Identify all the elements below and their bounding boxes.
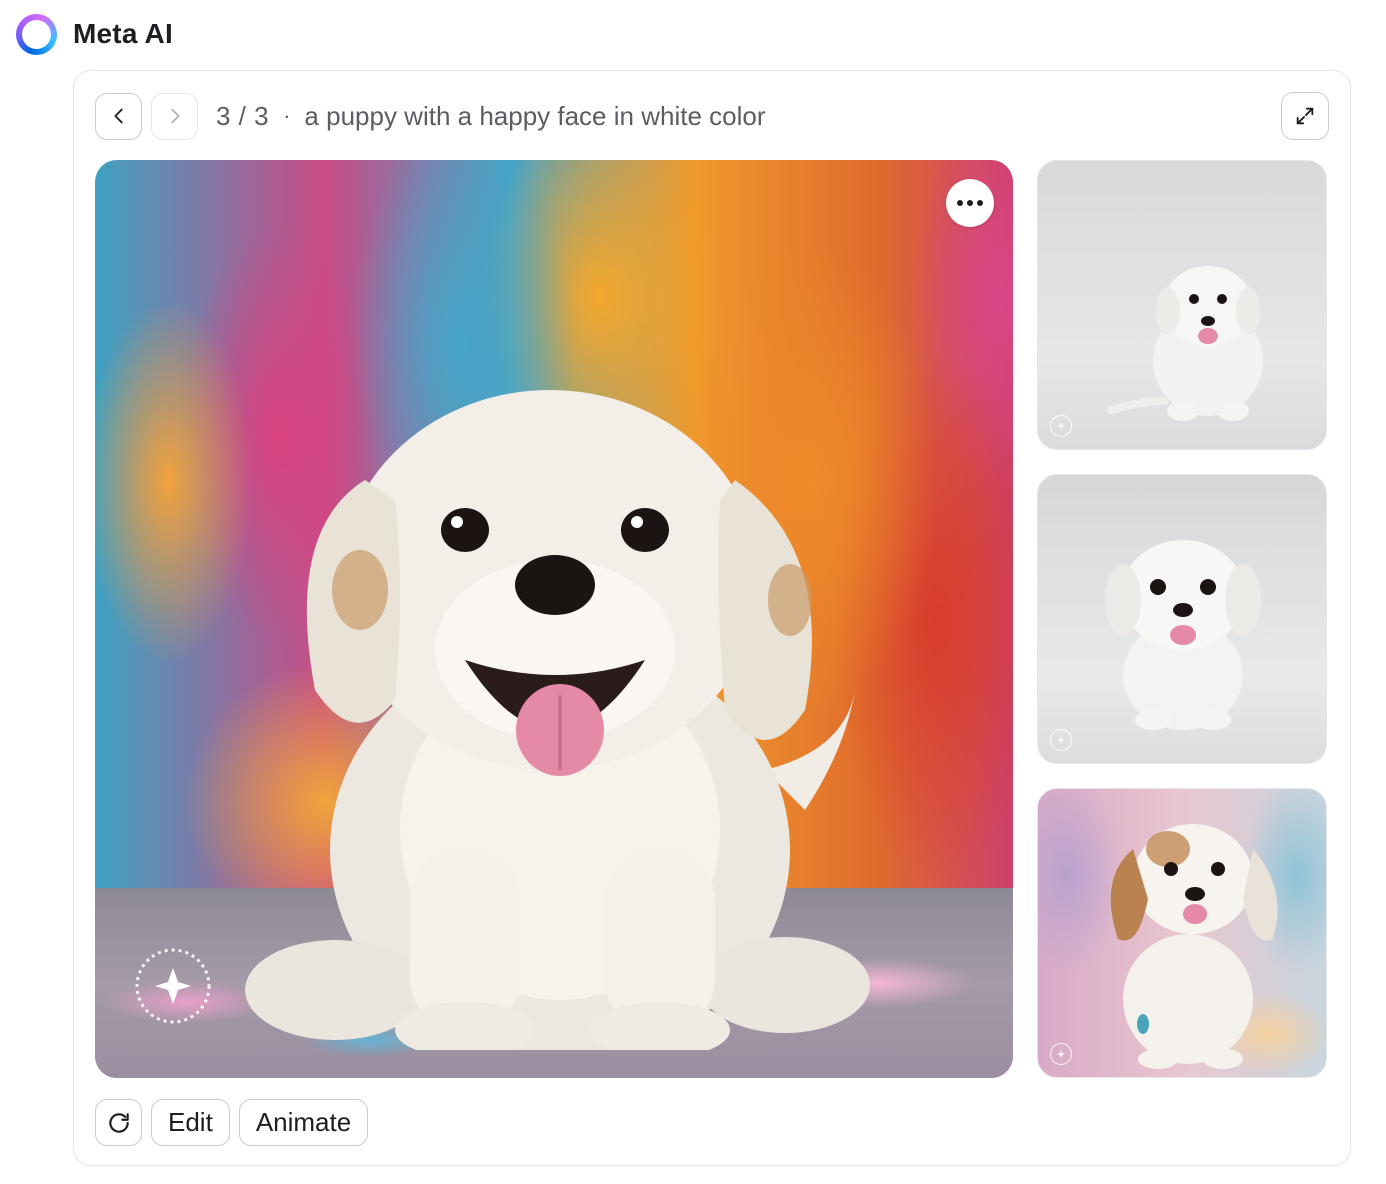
chevron-left-icon bbox=[113, 108, 123, 124]
prompt-text: a puppy with a happy face in white color bbox=[304, 100, 766, 131]
puppy-illustration bbox=[245, 390, 870, 1050]
thumbnail-2[interactable] bbox=[1037, 474, 1327, 764]
previous-button[interactable] bbox=[95, 92, 142, 140]
app-header: Meta AI bbox=[16, 12, 173, 56]
app-title: Meta AI bbox=[73, 18, 173, 49]
more-horizontal-icon bbox=[957, 200, 963, 206]
thumbnail-3[interactable] bbox=[1037, 788, 1327, 1078]
main-image[interactable] bbox=[95, 160, 1013, 1078]
separator-dot: · bbox=[283, 103, 291, 128]
refresh-icon bbox=[108, 1112, 129, 1133]
action-bar: Edit Animate bbox=[95, 1099, 369, 1146]
expand-button[interactable] bbox=[1281, 92, 1329, 140]
edit-button[interactable]: Edit bbox=[151, 1099, 230, 1146]
thumbnail-1[interactable] bbox=[1037, 160, 1327, 450]
ai-mark-icon bbox=[1050, 415, 1072, 437]
animate-button[interactable]: Animate bbox=[238, 1099, 369, 1146]
expand-icon bbox=[1296, 107, 1314, 125]
ai-mark-icon bbox=[1050, 1043, 1072, 1065]
thumbnail-puppy-2 bbox=[1105, 540, 1261, 730]
thumbnail-puppy-1 bbox=[1106, 266, 1263, 421]
image-viewer-card: 3 / 3 · a puppy with a happy face in whi… bbox=[73, 70, 1351, 1166]
thumbnail-puppy-3 bbox=[1110, 824, 1278, 1069]
ai-mark-icon bbox=[1050, 729, 1072, 751]
meta-ai-ring-icon bbox=[16, 13, 57, 55]
chevron-right-icon bbox=[170, 108, 180, 124]
regenerate-button[interactable] bbox=[95, 1099, 142, 1146]
image-counter: 3 / 3 bbox=[216, 100, 270, 131]
viewer-toolbar: 3 / 3 · a puppy with a happy face in whi… bbox=[95, 92, 1329, 140]
more-options-button[interactable] bbox=[946, 179, 994, 227]
imagined-with-ai-watermark bbox=[135, 948, 211, 1024]
next-button[interactable] bbox=[151, 92, 198, 140]
